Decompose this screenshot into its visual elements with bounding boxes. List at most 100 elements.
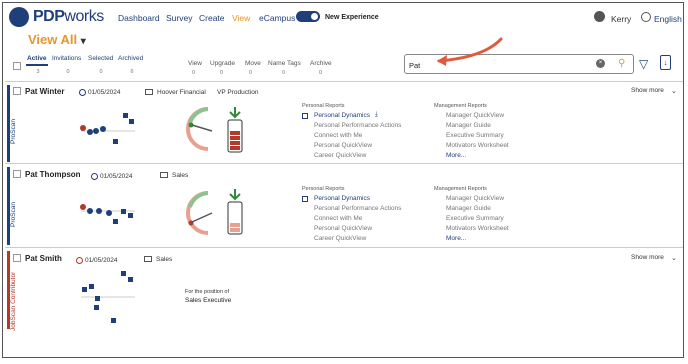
nav-dashboard[interactable]: Dashboard (118, 13, 160, 23)
energy-gauge (186, 105, 216, 153)
folder-icon (144, 256, 152, 262)
position-intro: For the position of (185, 289, 230, 295)
report-motivators-worksheet[interactable]: Motivators Worksheet (446, 225, 509, 232)
search-value[interactable]: Pat (409, 61, 420, 70)
person-name[interactable]: Pat Thompson (25, 170, 81, 179)
check-circle-icon (76, 257, 83, 264)
select-all-checkbox[interactable] (13, 62, 21, 70)
report-personal-dynamics[interactable]: Personal Dynamics (314, 195, 370, 202)
view-all-dropdown[interactable]: View All ▾ (28, 32, 86, 47)
download-icon[interactable]: ↓ (660, 55, 671, 70)
tab-selected[interactable]: Selected (88, 55, 113, 62)
personal-reports-heading: Personal Reports (302, 103, 345, 109)
report-personal-dynamics[interactable]: Personal Dynamics (314, 112, 370, 119)
tab-count: 0 (99, 69, 103, 75)
action-count: 0 (192, 70, 196, 76)
row-checkbox[interactable] (13, 87, 21, 95)
battery-icon (225, 107, 245, 153)
divider (5, 81, 683, 82)
organization[interactable]: Sales (156, 256, 172, 263)
action-upgrade[interactable]: Upgrade (210, 60, 235, 67)
survey-date: 01/05/2024 (100, 173, 133, 180)
survey-date: 01/05/2024 (85, 257, 118, 264)
report-motivators-worksheet[interactable]: Motivators Worksheet (446, 142, 509, 149)
app-window: PDPworks Dashboard Survey Create View eC… (2, 2, 684, 358)
tab-count: 3 (36, 69, 40, 75)
personal-reports-heading: Personal Reports (302, 186, 345, 192)
action-count: 0 (249, 70, 253, 76)
report-career-quickview[interactable]: Career QuickView (314, 235, 366, 242)
person-name[interactable]: Pat Winter (25, 87, 65, 96)
action-count: 0 (282, 70, 286, 76)
search-icon[interactable]: ⚲ (618, 58, 625, 69)
logo-icon (9, 7, 29, 27)
organization[interactable]: Sales (172, 172, 188, 179)
person-name[interactable]: Pat Smith (25, 254, 62, 263)
row-checkbox[interactable] (13, 254, 21, 262)
profile-type-label: JobScan Contributor (10, 271, 17, 331)
check-circle-icon (91, 173, 98, 180)
download-icon[interactable]: ⤓ (375, 111, 378, 119)
report-checkbox[interactable] (302, 196, 308, 202)
report-executive-summary[interactable]: Executive Summary (446, 215, 504, 222)
action-view[interactable]: View (188, 60, 202, 67)
nav-survey[interactable]: Survey (166, 13, 192, 23)
battery-icon (225, 189, 245, 235)
action-archive[interactable]: Archive (310, 60, 332, 67)
logo[interactable]: PDPworks (33, 8, 104, 26)
job-title: VP Production (217, 89, 259, 96)
report-manager-guide[interactable]: Manager Guide (446, 122, 491, 129)
report-career-quickview[interactable]: Career QuickView (314, 152, 366, 159)
callout-arrow (433, 33, 513, 78)
check-circle-icon (79, 89, 86, 96)
nav-view[interactable]: View (232, 13, 250, 23)
user-name[interactable]: Kerry (611, 14, 631, 24)
report-executive-summary[interactable]: Executive Summary (446, 132, 504, 139)
tab-archived[interactable]: Archived (118, 55, 143, 62)
tab-count: 6 (130, 69, 134, 75)
tab-active[interactable]: Active (27, 55, 47, 62)
report-performance-actions[interactable]: Personal Performance Actions (314, 122, 401, 129)
report-manager-quickview[interactable]: Manager QuickView (446, 195, 504, 202)
folder-icon (145, 89, 153, 95)
chevron-down-icon[interactable]: ⌄ (671, 87, 677, 95)
new-experience-toggle[interactable] (296, 11, 320, 22)
survey-date: 01/05/2024 (88, 89, 121, 96)
chevron-down-icon[interactable]: ⌄ (671, 254, 677, 262)
clear-search-icon[interactable]: × (596, 59, 605, 68)
show-more-button[interactable]: Show more (631, 87, 664, 94)
divider (5, 163, 683, 164)
toggle-label: New Experience (325, 14, 379, 21)
action-move[interactable]: Move (245, 60, 261, 67)
report-manager-guide[interactable]: Manager Guide (446, 205, 491, 212)
user-icon[interactable] (594, 11, 605, 22)
globe-icon[interactable] (641, 12, 651, 22)
row-checkbox[interactable] (13, 170, 21, 178)
organization[interactable]: Hoover Financial (157, 89, 206, 96)
report-performance-actions[interactable]: Personal Performance Actions (314, 205, 401, 212)
action-name-tags[interactable]: Name Tags (268, 60, 301, 67)
action-count: 0 (220, 70, 224, 76)
tab-invitations[interactable]: Invitations (52, 55, 81, 62)
nav-ecampus[interactable]: eCampus (259, 13, 295, 23)
report-checkbox[interactable] (302, 113, 308, 119)
profile-graph (77, 109, 137, 147)
profile-graph (77, 269, 137, 327)
position-title: Sales Executive (185, 297, 232, 304)
report-personal-quickview[interactable]: Personal QuickView (314, 142, 372, 149)
more-reports-link[interactable]: More... (446, 235, 466, 242)
report-connect-with-me[interactable]: Connect with Me (314, 132, 362, 139)
active-tab-indicator (26, 64, 48, 66)
tab-count: 0 (66, 69, 70, 75)
report-personal-quickview[interactable]: Personal QuickView (314, 225, 372, 232)
report-manager-quickview[interactable]: Manager QuickView (446, 112, 504, 119)
folder-icon (160, 172, 168, 178)
chevron-down-icon: ▾ (80, 36, 86, 47)
filter-icon[interactable]: ▽ (639, 57, 648, 71)
nav-create[interactable]: Create (199, 13, 225, 23)
report-connect-with-me[interactable]: Connect with Me (314, 215, 362, 222)
language-selector[interactable]: English (654, 14, 682, 24)
show-more-button[interactable]: Show more (631, 254, 664, 261)
action-count: 0 (319, 70, 323, 76)
more-reports-link[interactable]: More... (446, 152, 466, 159)
